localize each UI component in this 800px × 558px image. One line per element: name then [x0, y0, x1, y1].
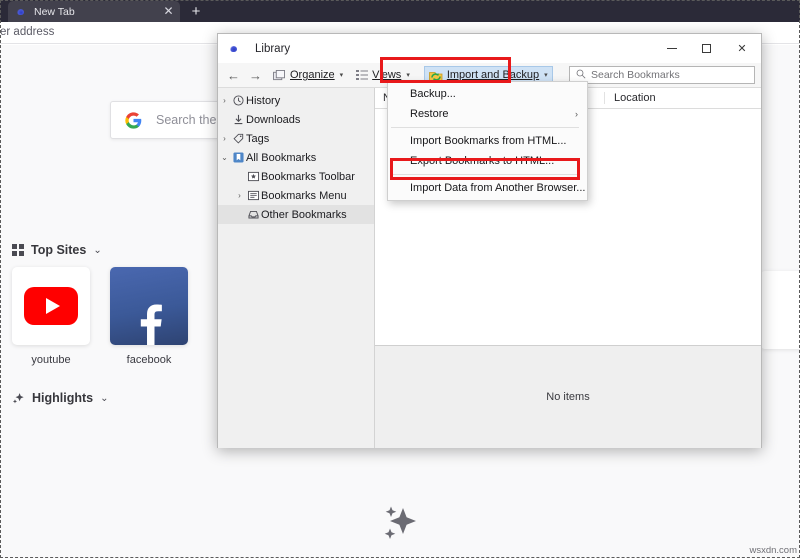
- menu-item-import-bookmarks-from-html[interactable]: Import Bookmarks from HTML...: [388, 131, 587, 151]
- sidebar-item-label: All Bookmarks: [246, 151, 317, 164]
- import-and-backup-menu: Backup... Restore › Import Bookmarks fro…: [387, 81, 588, 201]
- search-bookmarks-input[interactable]: Search Bookmarks: [569, 66, 755, 84]
- tab-title: New Tab: [34, 5, 75, 18]
- menu-separator: [391, 127, 579, 128]
- tile-label: youtube: [31, 354, 71, 366]
- views-label: Views: [372, 69, 402, 81]
- firefox-icon: [14, 5, 27, 18]
- menu-item-label: Restore: [410, 108, 449, 120]
- chevron-down-icon: ▾: [406, 72, 410, 79]
- twisty-icon[interactable]: ⌄: [218, 153, 231, 162]
- twisty-icon[interactable]: ›: [233, 191, 246, 200]
- organize-icon: [273, 69, 286, 81]
- top-sites-heading[interactable]: Top Sites ⌄: [12, 243, 102, 257]
- highlights-heading[interactable]: Highlights ⌄: [12, 391, 109, 405]
- menu-item-label: Export Bookmarks to HTML...: [410, 155, 555, 167]
- sidebar-item-label: Downloads: [246, 113, 301, 126]
- toolbar-folder-icon: [246, 171, 261, 182]
- chevron-right-icon: ›: [575, 109, 578, 119]
- sidebar-item-downloads[interactable]: Downloads: [218, 110, 374, 129]
- chevron-down-icon: ⌄: [100, 392, 109, 404]
- search-placeholder: Search Bookmarks: [591, 69, 680, 81]
- chevron-down-icon: ⌄: [93, 244, 102, 256]
- menu-item-label: Import Bookmarks from HTML...: [410, 135, 567, 147]
- google-icon: [125, 111, 142, 129]
- chevron-down-icon: ▾: [339, 72, 344, 79]
- tab-strip: New Tab ✕ +: [0, 0, 800, 22]
- sparkle-icon: [12, 392, 25, 405]
- firefox-icon: [227, 42, 240, 55]
- top-sites-label: Top Sites: [31, 243, 87, 257]
- menu-item-restore[interactable]: Restore ›: [388, 104, 587, 124]
- close-icon[interactable]: ✕: [162, 5, 175, 18]
- menu-folder-icon: [246, 190, 261, 201]
- sidebar-item-all-bookmarks[interactable]: ⌄ All Bookmarks: [218, 148, 374, 167]
- menu-item-import-data-from-another-browser[interactable]: Import Data from Another Browser...: [388, 178, 587, 198]
- top-site-tile-facebook[interactable]: facebook: [110, 267, 188, 366]
- library-title: Library: [255, 42, 291, 55]
- window-controls: ✕: [655, 34, 761, 63]
- import-and-backup-label: Import and Backup: [446, 69, 540, 81]
- organize-button[interactable]: Organize ▾: [268, 66, 348, 85]
- new-tab-button[interactable]: +: [186, 2, 206, 21]
- sidebar-item-tags[interactable]: › Tags: [218, 129, 374, 148]
- no-items-text: No items: [546, 391, 590, 403]
- sidebar-item-label: Tags: [246, 132, 270, 145]
- screenshot-root: Search the We Top Sites ⌄ youtube facebo…: [0, 0, 800, 558]
- column-header-location[interactable]: Location: [604, 92, 761, 104]
- top-site-tile-partial[interactable]: [760, 271, 800, 349]
- library-titlebar[interactable]: Library ✕: [218, 34, 761, 63]
- tile-label: facebook: [126, 354, 172, 366]
- import-backup-icon: [428, 69, 443, 82]
- sidebar-item-bookmarks-menu[interactable]: › Bookmarks Menu: [218, 186, 374, 205]
- forward-button[interactable]: →: [246, 66, 265, 85]
- organize-label: Organize: [290, 69, 335, 81]
- twisty-icon[interactable]: ›: [218, 96, 231, 105]
- detail-pane: No items: [375, 345, 761, 448]
- download-icon: [231, 114, 246, 125]
- sidebar-item-history[interactable]: › History: [218, 91, 374, 110]
- library-sidebar: › History Downloads › Tags ⌄ All Bookmar…: [218, 88, 375, 448]
- browser-tab[interactable]: New Tab ✕: [8, 1, 180, 22]
- highlights-empty-state: Start browsing, and we'll show some of t…: [0, 500, 800, 558]
- sidebar-item-bookmarks-toolbar[interactable]: Bookmarks Toolbar: [218, 167, 374, 186]
- minimize-icon[interactable]: [655, 34, 689, 63]
- back-button[interactable]: ←: [224, 66, 243, 85]
- twisty-icon[interactable]: ›: [218, 134, 231, 143]
- sidebar-item-other-bookmarks[interactable]: Other Bookmarks: [218, 205, 374, 224]
- menu-item-label: Import Data from Another Browser...: [410, 182, 586, 194]
- bookmarks-icon: [231, 152, 246, 163]
- sidebar-item-label: Other Bookmarks: [261, 208, 347, 221]
- watermark: wsxdn.com: [749, 545, 797, 556]
- menu-item-label: Backup...: [410, 88, 456, 100]
- youtube-icon: [12, 267, 90, 345]
- tag-icon: [231, 133, 246, 144]
- sidebar-item-label: Bookmarks Menu: [261, 189, 347, 202]
- list-view-icon: [356, 70, 369, 80]
- address-bar[interactable]: er address: [0, 26, 54, 38]
- other-folder-icon: [246, 209, 261, 220]
- facebook-icon: [110, 267, 188, 345]
- menu-separator: [391, 174, 579, 175]
- sidebar-item-label: History: [246, 94, 281, 107]
- grid-icon: [12, 244, 24, 256]
- close-icon[interactable]: ✕: [723, 34, 761, 63]
- sidebar-item-label: Bookmarks Toolbar: [261, 170, 355, 183]
- menu-item-export-bookmarks-to-html[interactable]: Export Bookmarks to HTML...: [388, 151, 587, 171]
- menu-item-backup[interactable]: Backup...: [388, 84, 587, 104]
- clock-icon: [231, 95, 246, 106]
- highlights-label: Highlights: [32, 391, 94, 405]
- sparkle-icon: [376, 500, 424, 548]
- chevron-down-icon: ▾: [544, 72, 548, 79]
- maximize-icon[interactable]: [689, 34, 723, 63]
- top-site-tile-youtube[interactable]: youtube: [12, 267, 90, 366]
